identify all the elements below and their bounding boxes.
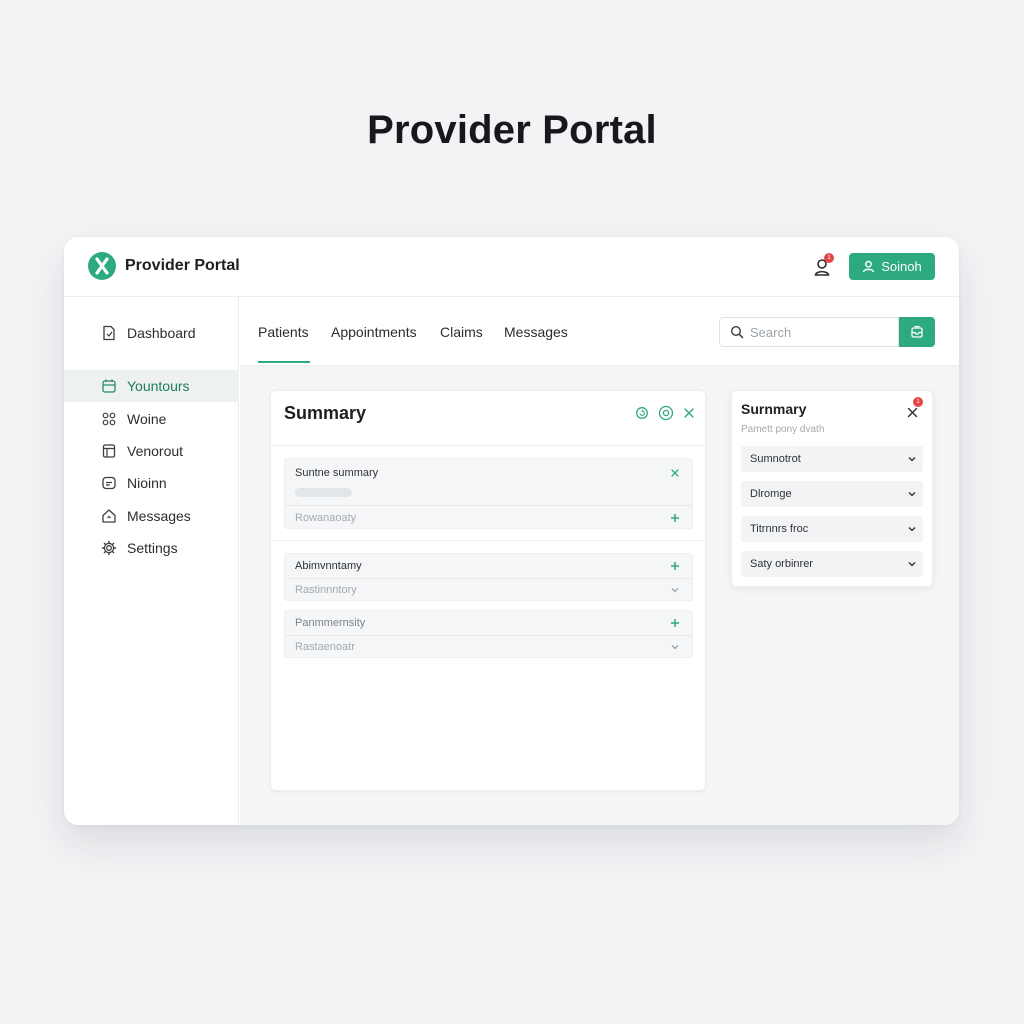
tab-messages[interactable]: Messages bbox=[504, 324, 568, 340]
side-panel-item-label: Sumnotrot bbox=[750, 453, 801, 465]
sidebar-item-label: Woine bbox=[127, 411, 167, 427]
accordion-row[interactable]: Rastaenoatr bbox=[285, 636, 692, 658]
close-icon[interactable] bbox=[907, 407, 918, 418]
grid-icon bbox=[102, 412, 116, 426]
active-tab-indicator bbox=[258, 361, 310, 363]
chevron-down-icon bbox=[908, 562, 916, 567]
side-panel-item-label: Titrnnrs froc bbox=[750, 523, 809, 535]
notification-badge: 1 bbox=[824, 253, 834, 263]
summary-card-title: Summary bbox=[284, 403, 367, 423]
plus-icon[interactable] bbox=[670, 561, 680, 571]
card-divider bbox=[271, 540, 705, 541]
sidebar-item-label: Dashboard bbox=[127, 325, 196, 341]
side-panel-item[interactable]: Sumnotrot bbox=[741, 446, 923, 472]
logo-icon bbox=[88, 252, 116, 280]
app-title: Provider Portal bbox=[125, 257, 240, 274]
accordion-title: Abimvnntamy bbox=[295, 560, 362, 572]
summary-block-header[interactable]: Suntne summary bbox=[285, 459, 692, 487]
accordion-row-label: Rastinnntory bbox=[295, 584, 357, 596]
accordion-block: Panmmernsity Rastaenoatr bbox=[284, 610, 693, 658]
form-icon bbox=[102, 444, 116, 458]
loading-placeholder bbox=[295, 488, 352, 497]
sidebar-item-label: Settings bbox=[127, 540, 178, 556]
plus-icon[interactable] bbox=[670, 618, 680, 628]
close-icon[interactable] bbox=[670, 468, 680, 478]
chevron-down-icon bbox=[908, 527, 916, 532]
search-input[interactable] bbox=[750, 324, 880, 340]
chevron-down-icon[interactable] bbox=[670, 642, 680, 652]
side-panel-item-label: Saty orbinrer bbox=[750, 558, 813, 570]
plus-icon[interactable] bbox=[670, 513, 680, 523]
sidebar-item-label: Venorout bbox=[127, 443, 184, 459]
notification-badge: 1 bbox=[913, 397, 923, 407]
accordion-title: Panmmernsity bbox=[295, 617, 366, 629]
sidebar-item-messages[interactable]: Messages bbox=[64, 500, 239, 532]
user-icon bbox=[863, 260, 875, 273]
chevron-down-icon[interactable] bbox=[670, 585, 680, 595]
calendar-icon bbox=[102, 379, 116, 393]
search-button[interactable] bbox=[899, 317, 935, 347]
chat-icon bbox=[102, 476, 116, 490]
portal-window: Provider Portal 1 Soinoh Dashboard Yount… bbox=[64, 237, 959, 825]
user-notification-icon[interactable]: 1 bbox=[814, 253, 834, 277]
side-panel-title: Surnmary bbox=[741, 401, 807, 417]
file-icon bbox=[103, 325, 115, 341]
summary-block-footer[interactable]: Rowanaoaty bbox=[285, 506, 692, 529]
sidebar-item-label: Yountours bbox=[127, 378, 190, 394]
search-box bbox=[719, 317, 899, 347]
summary-block-title: Suntne summary bbox=[295, 467, 379, 479]
page-heading: Provider Portal bbox=[367, 108, 657, 152]
view-icon[interactable] bbox=[658, 405, 674, 421]
accordion-block: Abimvnntamy Rastinnntory bbox=[284, 553, 693, 601]
chevron-down-icon bbox=[908, 492, 916, 497]
sidebar-item-dashboard[interactable]: Dashboard bbox=[64, 317, 239, 349]
card-actions bbox=[635, 405, 695, 421]
side-panel-item[interactable]: Saty orbinrer bbox=[741, 551, 923, 577]
inbox-icon bbox=[911, 325, 923, 338]
side-panel-item[interactable]: Dlromge bbox=[741, 481, 923, 507]
tab-bar: Patients Appointments Claims Messages bbox=[240, 297, 959, 366]
home-icon bbox=[102, 509, 116, 523]
side-panel-close[interactable]: 1 bbox=[907, 397, 923, 423]
sidebar-item-settings[interactable]: Settings bbox=[64, 532, 239, 564]
sidebar-item-label: Messages bbox=[127, 508, 191, 524]
tab-appointments[interactable]: Appointments bbox=[331, 324, 417, 340]
accordion-row-label: Rastaenoatr bbox=[295, 641, 355, 653]
signin-button[interactable]: Soinoh bbox=[849, 253, 935, 280]
sidebar-item-venorout[interactable]: Venorout bbox=[64, 435, 239, 467]
tab-claims[interactable]: Claims bbox=[440, 324, 483, 340]
summary-card: Summary Suntne summary Rowanaoaty Abimvn… bbox=[270, 390, 706, 791]
accordion-row[interactable]: Rastinnntory bbox=[285, 579, 692, 601]
tab-patients[interactable]: Patients bbox=[258, 324, 309, 340]
accordion-header[interactable]: Abimvnntamy bbox=[285, 554, 692, 578]
sidebar: Dashboard Yountours Woine Venorout Nioin… bbox=[64, 297, 239, 825]
accordion-header[interactable]: Panmmernsity bbox=[285, 611, 692, 635]
gear-icon bbox=[101, 540, 117, 556]
chevron-down-icon bbox=[908, 457, 916, 462]
main-content: Patients Appointments Claims Messages Su… bbox=[240, 297, 959, 825]
refresh-icon[interactable] bbox=[635, 406, 649, 420]
side-panel-item[interactable]: Titrnnrs froc bbox=[741, 516, 923, 542]
summary-block: Suntne summary Rowanaoaty bbox=[284, 458, 693, 529]
close-icon[interactable] bbox=[683, 407, 695, 419]
signin-label: Soinoh bbox=[881, 259, 922, 274]
side-panel-item-label: Dlromge bbox=[750, 488, 792, 500]
top-bar: Provider Portal 1 Soinoh bbox=[64, 237, 959, 297]
sidebar-item-label: Nioinn bbox=[127, 475, 167, 491]
summary-side-panel: Surnmary Pamett pony dvath 1 Sumnotrot D… bbox=[731, 390, 933, 587]
side-panel-subtitle: Pamett pony dvath bbox=[741, 424, 825, 435]
sidebar-item-nioinn[interactable]: Nioinn bbox=[64, 467, 239, 499]
sidebar-item-woine[interactable]: Woine bbox=[64, 403, 239, 435]
card-divider bbox=[271, 445, 705, 446]
sidebar-item-yountours[interactable]: Yountours bbox=[64, 370, 239, 402]
search-icon bbox=[730, 325, 744, 339]
summary-block-footer-label: Rowanaoaty bbox=[295, 511, 357, 524]
